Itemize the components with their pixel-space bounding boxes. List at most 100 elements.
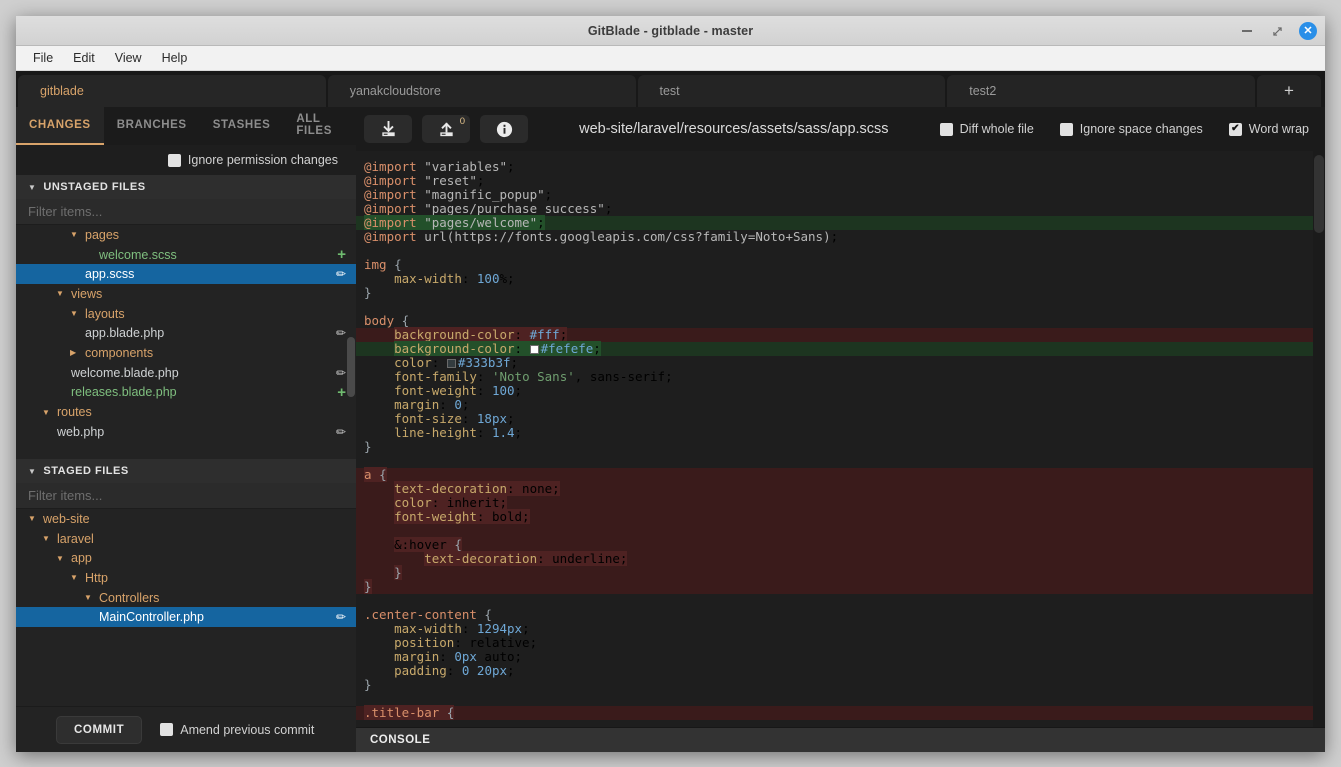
chevron-down-icon[interactable]: ▼ — [42, 534, 53, 543]
checkbox-icon: ✔ — [1228, 122, 1242, 136]
close-button[interactable]: ✕ — [1299, 22, 1317, 40]
chevron-down-icon[interactable]: ▼ — [56, 289, 67, 298]
chevron-down-icon[interactable]: ▼ — [42, 408, 53, 417]
staged-file-row[interactable]: MainController.php ✏ — [16, 607, 356, 628]
unstaged-file-row[interactable]: app.scss ✏ — [16, 264, 356, 285]
left-panel-tabs: CHANGES BRANCHES STASHES ALL FILES — [16, 107, 356, 145]
edit-file-icon[interactable]: ✏ — [336, 425, 346, 439]
diff-whole-file-checkbox[interactable]: Diff whole file — [939, 122, 1034, 136]
unstaged-filter-input[interactable]: Filter items... — [16, 199, 356, 225]
code-line: line-height: 1.4; — [394, 425, 523, 440]
chevron-down-icon[interactable]: ▼ — [70, 230, 81, 239]
info-button[interactable] — [480, 115, 528, 143]
tab-changes[interactable]: CHANGES — [16, 107, 104, 145]
staged-filter-input[interactable]: Filter items... — [16, 483, 356, 509]
menu-file[interactable]: File — [24, 48, 62, 68]
pull-button[interactable] — [364, 115, 412, 143]
word-wrap-label: Word wrap — [1248, 122, 1309, 136]
unstaged-file-row[interactable]: releases.blade.php + — [16, 383, 356, 403]
chevron-down-icon[interactable]: ▼ — [84, 593, 95, 602]
repo-tab-yanakcloudstore[interactable]: yanakcloudstore — [327, 75, 636, 107]
checkbox-icon — [160, 723, 174, 736]
stage-file-icon[interactable]: + — [337, 246, 346, 263]
ignore-permission-row: Ignore permission changes — [16, 145, 356, 175]
edit-file-icon[interactable]: ✏ — [336, 326, 346, 340]
checkbox-icon — [167, 153, 181, 167]
unstaged-file-row[interactable]: ▼ views — [16, 284, 356, 304]
add-repo-tab-button[interactable]: + — [1257, 75, 1321, 107]
staged-file-row[interactable]: ▼ Controllers — [16, 588, 356, 608]
code-line: img { — [364, 257, 402, 272]
edit-file-icon[interactable]: ✏ — [336, 366, 346, 380]
editor-scrollbar[interactable] — [1313, 151, 1325, 727]
tab-branches[interactable]: BRANCHES — [104, 107, 200, 145]
staged-file-tree[interactable]: ▼ web-site ▼ laravel ▼ app ▼ Http ▼ Controllers Ma… — [16, 509, 356, 706]
unstaged-file-row[interactable]: web.php ✏ — [16, 422, 356, 442]
commit-button[interactable]: COMMIT — [56, 715, 143, 744]
commit-bar: COMMIT Amend previous commit — [16, 706, 356, 752]
push-button[interactable]: 0 — [422, 115, 470, 143]
menu-help[interactable]: Help — [153, 48, 197, 68]
chevron-down-icon[interactable]: ▼ — [56, 554, 67, 563]
close-icon: ✕ — [1303, 24, 1313, 37]
console-panel-header[interactable]: CONSOLE — [356, 727, 1325, 752]
staged-file-label: MainController.php — [99, 610, 204, 625]
tab-stashes[interactable]: STASHES — [200, 107, 284, 145]
minimize-icon — [1242, 30, 1252, 32]
unstaged-file-row[interactable]: ▶ components — [16, 343, 356, 363]
code-line: } — [356, 579, 1325, 594]
code-line: a { — [356, 467, 1325, 482]
code-line: background-color: #fff; — [356, 327, 1325, 342]
stage-file-icon[interactable]: + — [337, 384, 346, 401]
info-icon — [496, 121, 512, 137]
maximize-button[interactable] — [1269, 23, 1285, 39]
code-line: } — [356, 565, 1325, 580]
repo-tab-gitblade[interactable]: gitblade — [18, 75, 326, 107]
unstaged-file-row[interactable]: app.blade.php ✏ — [16, 323, 356, 343]
word-wrap-checkbox[interactable]: ✔ Word wrap — [1228, 122, 1309, 136]
staged-file-row[interactable]: ▼ laravel — [16, 529, 356, 549]
code-line: &:hover { — [356, 537, 1325, 552]
staged-file-row[interactable]: ▼ Http — [16, 568, 356, 588]
window-controls: ✕ — [1239, 16, 1317, 46]
console-label: CONSOLE — [370, 734, 431, 746]
unstaged-file-tree[interactable]: ▼ pages welcome.scss + app.scss ✏ ▼ views ▼ layou… — [16, 225, 356, 459]
left-panel: CHANGES BRANCHES STASHES ALL FILES Ignor… — [16, 107, 356, 752]
menu-edit[interactable]: Edit — [64, 48, 104, 68]
chevron-right-icon[interactable]: ▶ — [70, 348, 81, 357]
unstaged-scrollbar-thumb[interactable] — [347, 337, 355, 397]
diff-file-path: web-site/laravel/resources/assets/sass/a… — [579, 121, 889, 137]
edit-file-icon[interactable]: ✏ — [336, 267, 346, 281]
unstaged-file-row[interactable]: ▼ layouts — [16, 304, 356, 324]
unstaged-file-row[interactable]: welcome.blade.php ✏ — [16, 363, 356, 383]
unstaged-file-row[interactable]: ▼ pages — [16, 225, 356, 245]
code-line: } — [364, 439, 372, 454]
amend-previous-commit-label: Amend previous commit — [180, 722, 315, 737]
staged-file-row[interactable]: ▼ web-site — [16, 509, 356, 529]
tab-all-files[interactable]: ALL FILES — [283, 107, 356, 145]
staged-file-label: laravel — [57, 531, 94, 546]
minimize-button[interactable] — [1239, 23, 1255, 39]
staged-files-header[interactable]: ▼ STAGED FILES — [16, 459, 356, 483]
staged-file-row[interactable]: ▼ app — [16, 548, 356, 568]
ignore-space-changes-checkbox[interactable]: Ignore space changes — [1059, 122, 1203, 136]
editor-scrollbar-thumb[interactable] — [1314, 155, 1324, 233]
diff-editor[interactable]: @import "variables"; @import "reset"; @imp… — [356, 151, 1325, 727]
unstaged-file-row[interactable]: welcome.scss + — [16, 245, 356, 265]
unstaged-filter-placeholder: Filter items... — [28, 204, 103, 219]
unstaged-files-header[interactable]: ▼ UNSTAGED FILES — [16, 175, 356, 199]
chevron-down-icon[interactable]: ▼ — [70, 573, 81, 582]
chevron-down-icon[interactable]: ▼ — [28, 514, 39, 523]
menu-view[interactable]: View — [106, 48, 151, 68]
unstaged-file-row[interactable]: ▼ routes — [16, 402, 356, 422]
code-line: @import "magnific_popup"; — [364, 187, 553, 202]
edit-file-icon[interactable]: ✏ — [336, 610, 346, 624]
repo-tab-test2[interactable]: test2 — [947, 75, 1255, 107]
chevron-down-icon[interactable]: ▼ — [70, 309, 81, 318]
code-line: padding: 0 20px; — [394, 663, 515, 678]
ignore-permission-changes-checkbox[interactable]: Ignore permission changes — [167, 153, 338, 167]
amend-previous-commit-checkbox[interactable]: Amend previous commit — [160, 723, 314, 737]
repo-tab-test[interactable]: test — [637, 75, 946, 107]
code-line — [356, 524, 1325, 538]
